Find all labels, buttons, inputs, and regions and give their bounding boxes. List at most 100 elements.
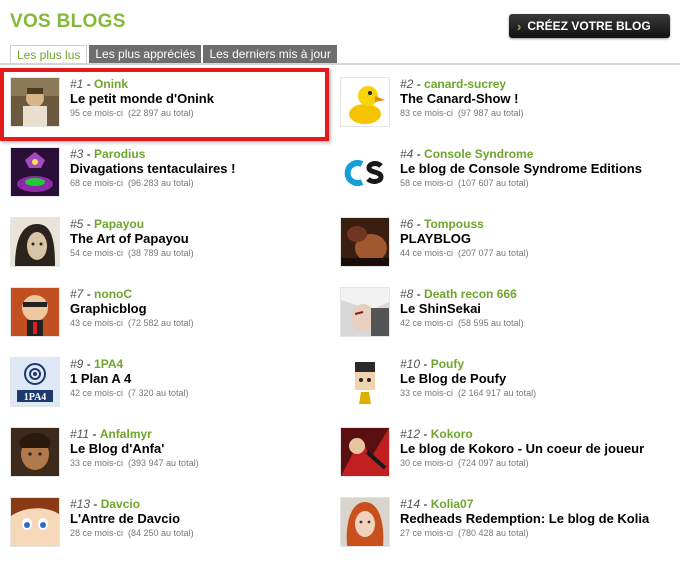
blog-title[interactable]: The Art of Papayou — [70, 231, 330, 247]
blog-avatar[interactable]: 1PA4 — [10, 357, 60, 407]
blog-title[interactable]: PLAYBLOG — [400, 231, 660, 247]
blog-title[interactable]: Le blog de Kokoro - Un coeur de joueur — [400, 441, 660, 457]
blog-total-views: (780 428 au total) — [458, 528, 529, 538]
blog-avatar[interactable] — [340, 357, 390, 407]
blog-rank: #3 — [70, 147, 84, 161]
blog-avatar[interactable] — [340, 287, 390, 337]
blog-total-views: (96 283 au total) — [128, 178, 194, 188]
blog-month-views: 42 ce mois-ci — [400, 318, 454, 328]
create-blog-label: CRÉEZ VOTRE BLOG — [527, 19, 651, 33]
blog-rank: #14 — [400, 497, 421, 511]
blog-author[interactable]: Parodius — [94, 147, 145, 161]
blog-rank: #12 — [400, 427, 421, 441]
blog-avatar[interactable] — [340, 147, 390, 197]
blog-author[interactable]: 1PA4 — [94, 357, 123, 371]
blog-avatar[interactable] — [340, 77, 390, 127]
blog-total-views: (2 164 917 au total) — [458, 388, 537, 398]
blog-rank: #8 — [400, 287, 414, 301]
blog-title[interactable]: Le ShinSekai — [400, 301, 660, 317]
blog-entry-7[interactable]: #7 - nonoC Graphicblog 43 ce mois-ci (72 … — [10, 287, 330, 351]
blog-entry-13[interactable]: #13 - Davcio L'Antre de Davcio 28 ce moi… — [10, 497, 330, 561]
tab-most-liked[interactable]: Les plus appréciés — [89, 45, 202, 64]
blog-avatar[interactable] — [10, 497, 60, 547]
blog-author[interactable]: Kolia07 — [431, 497, 474, 511]
page-title: VOS BLOGS — [10, 11, 126, 32]
blog-month-views: 30 ce mois-ci — [400, 458, 454, 468]
tab-bar: Les plus lus Les plus appréciés Les dern… — [10, 45, 339, 64]
page-header: VOS BLOGS › CRÉEZ VOTRE BLOG — [0, 0, 680, 44]
blog-avatar[interactable] — [340, 217, 390, 267]
blog-entry-6[interactable]: #6 - Tompouss PLAYBLOG 44 ce mois-ci (207… — [340, 217, 660, 281]
blog-entry-4[interactable]: #4 - Console Syndrome Le blog de Console… — [340, 147, 660, 211]
blog-title[interactable]: Redheads Redemption: Le blog de Kolia — [400, 511, 660, 527]
blog-month-views: 43 ce mois-ci — [70, 318, 124, 328]
blog-author[interactable]: Death recon 666 — [424, 287, 517, 301]
blog-author[interactable]: nonoC — [94, 287, 132, 301]
blog-total-views: (393 947 au total) — [128, 458, 199, 468]
blog-month-views: 28 ce mois-ci — [70, 528, 124, 538]
blog-title[interactable]: Le Blog d'Anfa' — [70, 441, 330, 457]
blog-avatar[interactable] — [10, 427, 60, 477]
blog-rank: #5 — [70, 217, 84, 231]
blog-month-views: 44 ce mois-ci — [400, 248, 454, 258]
blog-author[interactable]: Console Syndrome — [424, 147, 533, 161]
blog-month-views: 33 ce mois-ci — [70, 458, 124, 468]
blog-total-views: (84 250 au total) — [128, 528, 194, 538]
blog-entry-10[interactable]: #10 - Poufy Le Blog de Poufy 33 ce mois-… — [340, 357, 660, 421]
blog-rank: #7 — [70, 287, 84, 301]
blog-author[interactable]: Kokoro — [431, 427, 473, 441]
blog-avatar[interactable] — [10, 287, 60, 337]
blog-avatar[interactable] — [10, 217, 60, 267]
blog-total-views: (38 789 au total) — [128, 248, 194, 258]
blog-title[interactable]: L'Antre de Davcio — [70, 511, 330, 527]
blog-entry-3[interactable]: #3 - Parodius Divagations tentaculaires … — [10, 147, 330, 211]
tab-divider — [0, 63, 680, 65]
blog-author[interactable]: Poufy — [431, 357, 464, 371]
blog-entry-8[interactable]: #8 - Death recon 666 Le ShinSekai 42 ce … — [340, 287, 660, 351]
blog-title[interactable]: 1 Plan A 4 — [70, 371, 330, 387]
blog-total-views: (72 582 au total) — [128, 318, 194, 328]
blog-author[interactable]: Anfalmyr — [100, 427, 152, 441]
blog-entry-14[interactable]: #14 - Kolia07 Redheads Redemption: Le bl… — [340, 497, 660, 561]
blog-rank: #6 — [400, 217, 414, 231]
blog-rank: #11 — [70, 427, 90, 441]
blog-rank: #10 — [400, 357, 421, 371]
blog-avatar[interactable] — [340, 427, 390, 477]
blog-title[interactable]: Le Blog de Poufy — [400, 371, 660, 387]
blog-month-views: 33 ce mois-ci — [400, 388, 454, 398]
tab-recently-updated[interactable]: Les derniers mis à jour — [203, 45, 337, 64]
blog-total-views: (97 987 au total) — [458, 108, 524, 118]
blog-title[interactable]: Graphicblog — [70, 301, 330, 317]
blog-author[interactable]: Davcio — [101, 497, 140, 511]
blog-author[interactable]: Papayou — [94, 217, 144, 231]
blog-month-views: 58 ce mois-ci — [400, 178, 454, 188]
blog-entry-12[interactable]: #12 - Kokoro Le blog de Kokoro - Un coeu… — [340, 427, 660, 491]
blog-month-views: 27 ce mois-ci — [400, 528, 454, 538]
blog-month-views: 54 ce mois-ci — [70, 248, 124, 258]
svg-text:1PA4: 1PA4 — [24, 392, 47, 403]
blog-author[interactable]: Tompouss — [424, 217, 484, 231]
blog-month-views: 83 ce mois-ci — [400, 108, 454, 118]
blog-rank: #2 — [400, 77, 414, 91]
blog-entry-11[interactable]: #11 - Anfalmyr Le Blog d'Anfa' 33 ce moi… — [10, 427, 330, 491]
blog-total-views: (207 077 au total) — [458, 248, 529, 258]
blog-month-views: 42 ce mois-ci — [70, 388, 124, 398]
blog-month-views: 68 ce mois-ci — [70, 178, 124, 188]
blog-rank: #9 — [70, 357, 84, 371]
tab-most-read[interactable]: Les plus lus — [10, 45, 88, 64]
blog-avatar[interactable] — [340, 497, 390, 547]
create-blog-button[interactable]: › CRÉEZ VOTRE BLOG — [509, 14, 670, 38]
blog-title[interactable]: Divagations tentaculaires ! — [70, 161, 330, 177]
blog-title[interactable]: The Canard-Show ! — [400, 91, 660, 107]
blog-avatar[interactable] — [10, 147, 60, 197]
chevron-right-icon: › — [517, 18, 522, 34]
highlight-box — [0, 68, 329, 141]
blog-author[interactable]: canard-sucrey — [424, 77, 506, 91]
blog-entry-5[interactable]: #5 - Papayou The Art of Papayou 54 ce mo… — [10, 217, 330, 281]
blog-entry-9[interactable]: 1PA4 #9 - 1PA4 1 Plan A 4 42 ce mois-ci(… — [10, 357, 330, 421]
blog-title[interactable]: Le blog de Console Syndrome Editions — [400, 161, 660, 177]
blog-rank: #4 — [400, 147, 414, 161]
blog-entry-2[interactable]: #2 - canard-sucrey The Canard-Show ! 83 … — [340, 77, 660, 141]
blog-total-views: (7 320 au total) — [128, 388, 189, 398]
blog-rank: #13 — [70, 497, 91, 511]
